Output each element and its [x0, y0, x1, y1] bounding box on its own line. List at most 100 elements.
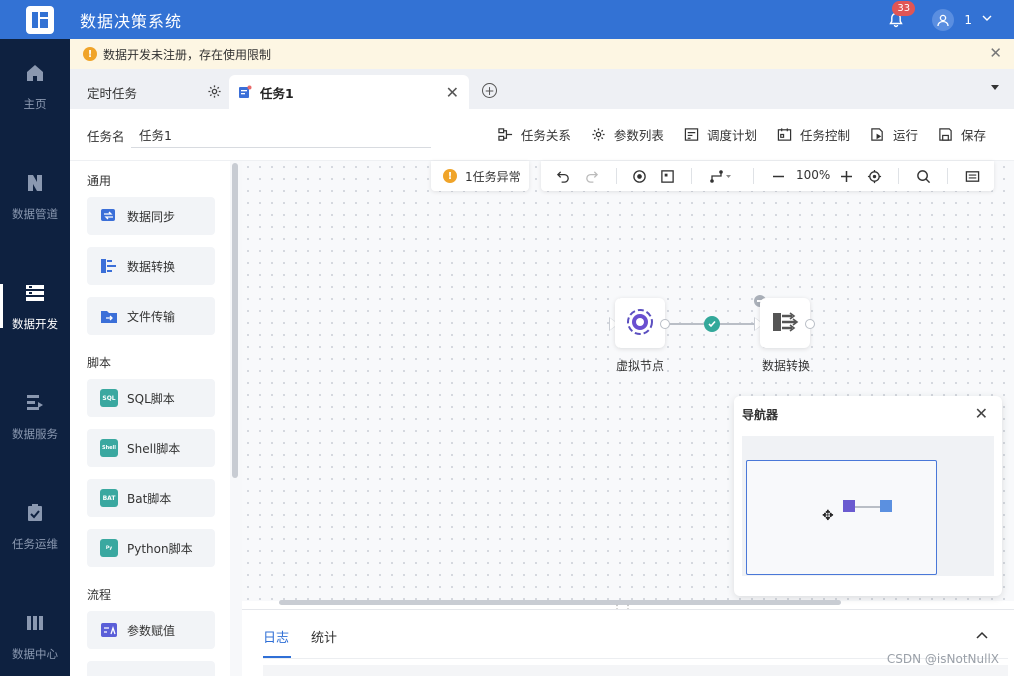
service-icon — [24, 392, 46, 414]
registration-warning: ! 数据开发未注册，存在使用限制 ✕ — [70, 39, 1014, 69]
tab-task1[interactable]: 任务1 ✕ — [229, 75, 469, 109]
run-button[interactable]: 运行 — [870, 125, 918, 144]
shell-icon: Shell — [100, 439, 118, 457]
notification-button[interactable]: 33 — [884, 0, 916, 32]
edge-style-icon[interactable] — [709, 168, 733, 184]
undo-icon[interactable] — [555, 168, 571, 184]
action-label: 参数列表 — [613, 128, 664, 143]
nav-item-develop[interactable]: 数据开发 — [0, 262, 70, 352]
palette-item-label: SQL脚本 — [127, 391, 175, 406]
navigator-minimap[interactable]: ✥ — [742, 436, 994, 576]
minimap-node — [880, 500, 892, 512]
zoom-out-icon[interactable] — [770, 168, 786, 184]
palette-item-label: Bat脚本 — [127, 491, 172, 506]
node-label: 数据转换 — [762, 359, 811, 373]
search-icon[interactable] — [915, 168, 931, 184]
palette-item-shell[interactable]: Shell Shell脚本 — [87, 429, 215, 467]
sql-icon: SQL — [100, 389, 118, 407]
node-output-port[interactable] — [805, 319, 815, 329]
branch-icon — [100, 670, 118, 676]
user-avatar[interactable] — [932, 8, 955, 31]
node-data-transform[interactable] — [760, 298, 810, 348]
nav-item-label: 数据开发 — [12, 317, 58, 331]
task-name-input[interactable] — [131, 122, 431, 148]
palette-section-title: 流程 — [87, 588, 112, 602]
app-logo[interactable] — [26, 5, 54, 34]
tab-label: 任务1 — [260, 85, 294, 101]
plus-icon: + — [484, 83, 495, 98]
action-label: 保存 — [960, 128, 986, 143]
add-tab-button[interactable]: + — [482, 83, 497, 98]
python-icon: Py — [100, 539, 118, 557]
exception-indicator[interactable]: ! 1任务异常 — [431, 161, 529, 191]
task-name-label: 任务名 — [87, 129, 125, 144]
gear-icon[interactable] — [207, 84, 222, 102]
data-sync-icon — [100, 207, 118, 225]
move-cursor-icon: ✥ — [822, 508, 834, 524]
tab-scheduled-task[interactable]: 定时任务 — [70, 75, 226, 109]
node-output-port[interactable] — [660, 319, 670, 329]
nav-item-label: 数据中心 — [12, 647, 58, 661]
palette-item-param-assign[interactable]: 参数赋值 — [87, 611, 215, 649]
tabs-dropdown-icon[interactable] — [991, 85, 999, 90]
virtual-node-icon — [626, 308, 654, 339]
nav-item-pipeline[interactable]: 数据管道 — [0, 152, 70, 242]
task-relation-button[interactable]: 任务关系 — [498, 125, 571, 144]
palette-item-sql[interactable]: SQL SQL脚本 — [87, 379, 215, 417]
task-control-button[interactable]: 任务控制 — [777, 125, 850, 144]
save-button[interactable]: 保存 — [938, 125, 986, 144]
close-icon[interactable]: ✕ — [975, 404, 988, 423]
palette-item-data-transform[interactable]: 数据转换 — [87, 247, 215, 285]
zoom-in-icon[interactable] — [838, 168, 854, 184]
relation-icon — [498, 128, 512, 141]
file-transfer-icon — [100, 307, 118, 325]
node-label: 虚拟节点 — [616, 359, 665, 373]
log-content — [263, 665, 1008, 676]
tab-log[interactable]: 日志 — [263, 627, 289, 646]
format-icon[interactable] — [631, 168, 647, 184]
palette-item-file-transfer[interactable]: 文件传输 — [87, 297, 215, 335]
schedule-plan-button[interactable]: 调度计划 — [684, 125, 757, 144]
minimap-toggle-icon[interactable] — [964, 168, 980, 184]
close-icon[interactable]: ✕ — [446, 83, 459, 102]
node-virtual[interactable] — [615, 298, 665, 348]
fit-view-icon[interactable] — [659, 168, 675, 184]
notification-badge: 33 — [892, 0, 916, 16]
nav-item-task-ops[interactable]: 任务运维 — [0, 482, 70, 572]
palette-item-bat[interactable]: BAT Bat脚本 — [87, 479, 215, 517]
canvas-scrollbar[interactable] — [279, 600, 841, 605]
tab-label: 定时任务 — [87, 85, 138, 101]
warning-text: 数据开发未注册，存在使用限制 — [103, 47, 272, 62]
top-header: 数据决策系统 33 1 — [0, 0, 1014, 39]
palette-item-branch[interactable] — [87, 661, 215, 676]
redo-icon[interactable] — [583, 168, 599, 184]
close-icon[interactable]: ✕ — [989, 46, 1002, 61]
left-nav: 主页 数据管道 数据开发 数据服务 任务运维 数据中心 — [0, 39, 70, 676]
warning-icon: ! — [443, 169, 457, 183]
app-title: 数据决策系统 — [80, 11, 183, 31]
chevron-up-icon[interactable] — [976, 628, 988, 642]
user-icon — [937, 14, 950, 26]
watermark: CSDN @isNotNullX — [886, 652, 999, 666]
navigator-viewport[interactable]: ✥ — [746, 460, 937, 575]
param-list-button[interactable]: 参数列表 — [591, 125, 664, 144]
palette-item-data-sync[interactable]: 数据同步 — [87, 197, 215, 235]
tab-stats[interactable]: 统计 — [311, 627, 337, 646]
warning-icon: ! — [83, 47, 97, 61]
user-name[interactable]: 1 — [964, 13, 972, 27]
palette-item-label: 数据同步 — [127, 209, 176, 224]
chevron-down-icon[interactable] — [982, 14, 992, 25]
nav-item-service[interactable]: 数据服务 — [0, 372, 70, 462]
navigator-panel: 导航器 ✕ ✥ — [734, 396, 1002, 596]
nav-item-data-center[interactable]: 数据中心 — [0, 592, 70, 676]
toolbar-divider — [691, 168, 692, 184]
tabs-bar: 定时任务 任务1 ✕ + — [70, 69, 1014, 109]
data-transform-icon — [771, 308, 799, 339]
palette-scrollbar[interactable] — [232, 163, 238, 478]
active-tab-indicator — [263, 656, 291, 658]
palette-item-python[interactable]: Py Python脚本 — [87, 529, 215, 567]
palette-item-label: Shell脚本 — [127, 441, 181, 456]
nav-item-home[interactable]: 主页 — [0, 42, 70, 132]
locate-icon[interactable] — [866, 168, 882, 184]
minimap-node — [843, 500, 855, 512]
